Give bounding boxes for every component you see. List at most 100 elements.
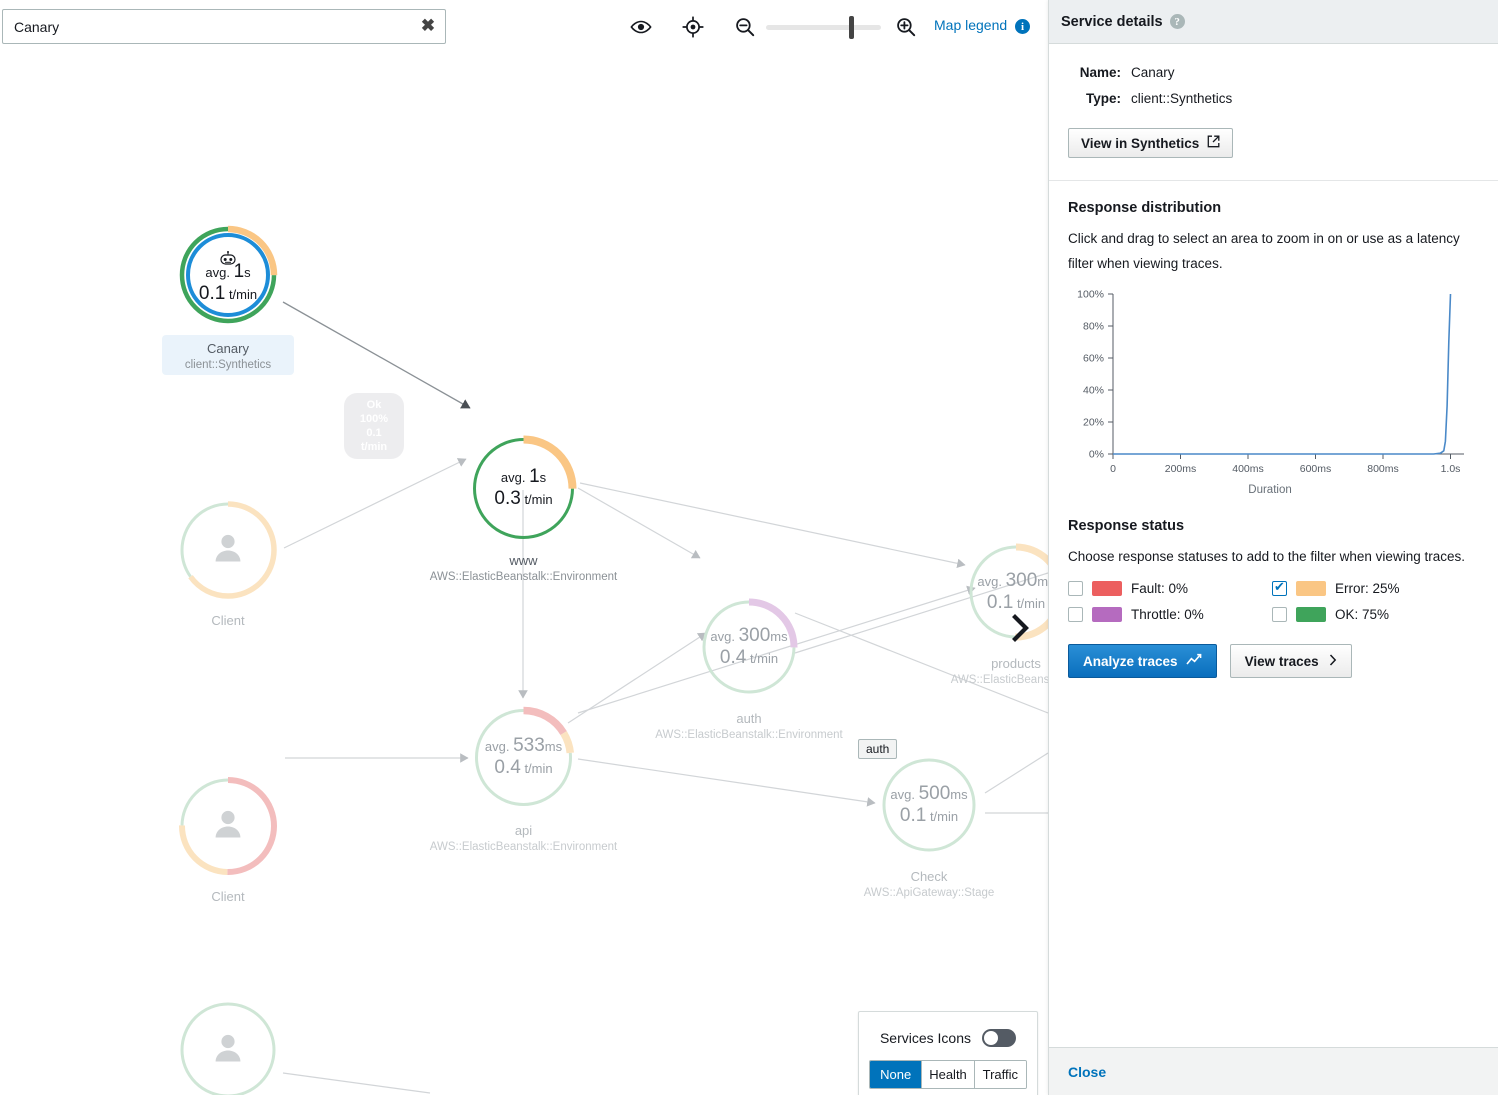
response-distribution-chart[interactable]: 0%20%40%60%80%100% 0200ms400ms600ms800ms… <box>1068 286 1472 494</box>
zoom-slider-handle[interactable] <box>849 16 854 39</box>
center-target-icon[interactable] <box>680 14 706 40</box>
zoom-out-icon[interactable] <box>732 14 758 40</box>
fault-label: Fault: 0% <box>1131 581 1188 596</box>
fault-checkbox[interactable] <box>1068 581 1083 596</box>
name-key: Name: <box>1049 65 1131 80</box>
check-name: Check <box>779 868 1048 885</box>
services-icons-row: Services Icons <box>859 1012 1037 1047</box>
response-distribution-description: Click and drag to select an area to zoom… <box>1068 226 1479 276</box>
services-icons-toggle[interactable] <box>982 1029 1016 1047</box>
ok-color-swatch <box>1296 607 1326 622</box>
products-name: products <box>866 655 1048 672</box>
svg-text:20%: 20% <box>1083 417 1104 429</box>
details-action-buttons: Analyze traces View traces <box>1068 644 1498 678</box>
map-legend-link[interactable]: Map legend <box>934 17 1007 33</box>
svg-text:40%: 40% <box>1083 385 1104 397</box>
service-details-footer: Close <box>1049 1047 1498 1095</box>
type-value: client::Synthetics <box>1131 91 1232 106</box>
throttle-color-swatch <box>1092 607 1122 622</box>
service-node-check[interactable]: avg. 500ms 0.1 t/min Check AWS::ApiGatew… <box>880 756 978 854</box>
info-icon[interactable]: i <box>1015 19 1030 34</box>
service-details-title: Service details <box>1061 14 1163 30</box>
products-node-label: products AWS::ElasticBeanstalk::E <box>866 655 1048 688</box>
svg-text:0%: 0% <box>1089 449 1104 461</box>
zoom-slider[interactable] <box>766 25 881 30</box>
name-value: Canary <box>1131 65 1175 80</box>
close-button[interactable]: Close <box>1068 1064 1106 1080</box>
api-health-ring <box>472 706 575 809</box>
type-key: Type: <box>1049 91 1131 106</box>
toggle-knob <box>984 1031 998 1045</box>
help-icon[interactable]: ? <box>1170 14 1185 29</box>
node-sizing-segmented-control[interactable]: None Health Traffic <box>869 1060 1027 1089</box>
svg-text:100%: 100% <box>1077 289 1104 301</box>
status-filter-error[interactable]: Error: 25% <box>1272 581 1476 596</box>
www-node-label: www AWS::ElasticBeanstalk::Environment <box>374 552 674 585</box>
service-node-auth[interactable]: avg. 300ms 0.4 t/min auth AWS::ElasticBe… <box>700 598 798 696</box>
auth-node-label: auth AWS::ElasticBeanstalk::Environment <box>599 710 899 743</box>
search-box[interactable]: ✖ <box>2 9 446 44</box>
name-row: Name: Canary <box>1049 65 1498 80</box>
svg-text:800ms: 800ms <box>1367 463 1399 475</box>
segment-none[interactable]: None <box>870 1061 921 1088</box>
auth-health-ring <box>700 598 798 696</box>
edge-label-line2: 0.1 t/min <box>353 426 395 454</box>
service-node-canary[interactable]: avg. 1s 0.1 t/min Canary client::Synthet… <box>178 225 278 325</box>
canary-name: Canary <box>78 340 378 357</box>
service-details-body: Name: Canary Type: client::Synthetics Vi… <box>1049 44 1498 1047</box>
svg-text:400ms: 400ms <box>1232 463 1264 475</box>
service-node-client-bottom[interactable] <box>178 1000 278 1095</box>
status-filter-throttle[interactable]: Throttle: 0% <box>1068 607 1272 622</box>
service-node-client-top[interactable]: Client <box>178 500 278 600</box>
api-name: api <box>374 822 674 839</box>
throttle-checkbox[interactable] <box>1068 607 1083 622</box>
canary-type: client::Synthetics <box>78 357 378 373</box>
client-top-node-label: Client <box>78 612 378 629</box>
www-name: www <box>374 552 674 569</box>
analyze-traces-label: Analyze traces <box>1083 654 1178 669</box>
analyze-traces-button[interactable]: Analyze traces <box>1068 644 1217 678</box>
svg-text:600ms: 600ms <box>1300 463 1332 475</box>
eye-icon[interactable] <box>628 14 654 40</box>
service-node-products[interactable]: avg. 300ms 0.1 t/min products AWS::Elast… <box>967 543 1048 641</box>
response-distribution-title: Response distribution <box>1068 200 1498 216</box>
edge-label-line1: Ok 100% <box>353 398 395 426</box>
www-health-ring <box>470 435 577 542</box>
status-filter-ok[interactable]: OK: 75% <box>1272 607 1476 622</box>
client-top-name: Client <box>78 612 378 629</box>
service-map-canvas[interactable]: avg. 1s 0.1 t/min Canary client::Synthet… <box>0 53 1048 1095</box>
view-in-synthetics-button[interactable]: View in Synthetics <box>1068 128 1233 158</box>
ok-checkbox[interactable] <box>1272 607 1287 622</box>
segment-traffic[interactable]: Traffic <box>974 1061 1026 1088</box>
search-input[interactable] <box>3 10 411 43</box>
svg-text:200ms: 200ms <box>1165 463 1197 475</box>
service-node-www[interactable]: avg. 1s 0.3 t/min www AWS::ElasticBeanst… <box>470 435 577 542</box>
client-mid-node-label: Client <box>78 888 378 905</box>
error-label: Error: 25% <box>1335 581 1400 596</box>
service-details-panel: Service details ? Name: Canary Type: cli… <box>1048 0 1498 1095</box>
view-traces-label: View traces <box>1245 654 1319 669</box>
auth-name: auth <box>599 710 899 727</box>
svg-text:0: 0 <box>1110 463 1116 475</box>
zoom-in-icon[interactable] <box>893 14 919 40</box>
check-type: AWS::ApiGateway::Stage <box>779 885 1048 901</box>
products-health-ring <box>967 543 1048 641</box>
view-traces-button[interactable]: View traces <box>1230 644 1352 678</box>
service-attributes: Name: Canary Type: client::Synthetics <box>1049 44 1498 106</box>
segment-health[interactable]: Health <box>921 1061 973 1088</box>
map-toolbar: ✖ <box>0 0 1048 53</box>
chart-x-axis-label: Duration <box>1068 484 1472 496</box>
map-settings-panel[interactable]: Services Icons None Health Traffic No no… <box>858 1011 1038 1095</box>
service-node-api[interactable]: avg. 533ms 0.4 t/min api AWS::ElasticBea… <box>472 706 575 809</box>
api-type: AWS::ElasticBeanstalk::Environment <box>374 839 674 855</box>
api-node-label: api AWS::ElasticBeanstalk::Environment <box>374 822 674 855</box>
expand-panel-chevron-right-icon[interactable] <box>1009 613 1033 643</box>
latency-histogram-svg[interactable]: 0%20%40%60%80%100% 0200ms400ms600ms800ms… <box>1068 286 1472 486</box>
ok-label: OK: 75% <box>1335 607 1389 622</box>
error-checkbox[interactable] <box>1272 581 1287 596</box>
service-details-header: Service details ? <box>1049 0 1498 44</box>
service-node-client-mid[interactable]: Client <box>178 776 278 876</box>
chevron-right-icon <box>1329 654 1337 669</box>
clear-search-button[interactable]: ✖ <box>411 10 445 43</box>
status-filter-fault[interactable]: Fault: 0% <box>1068 581 1272 596</box>
